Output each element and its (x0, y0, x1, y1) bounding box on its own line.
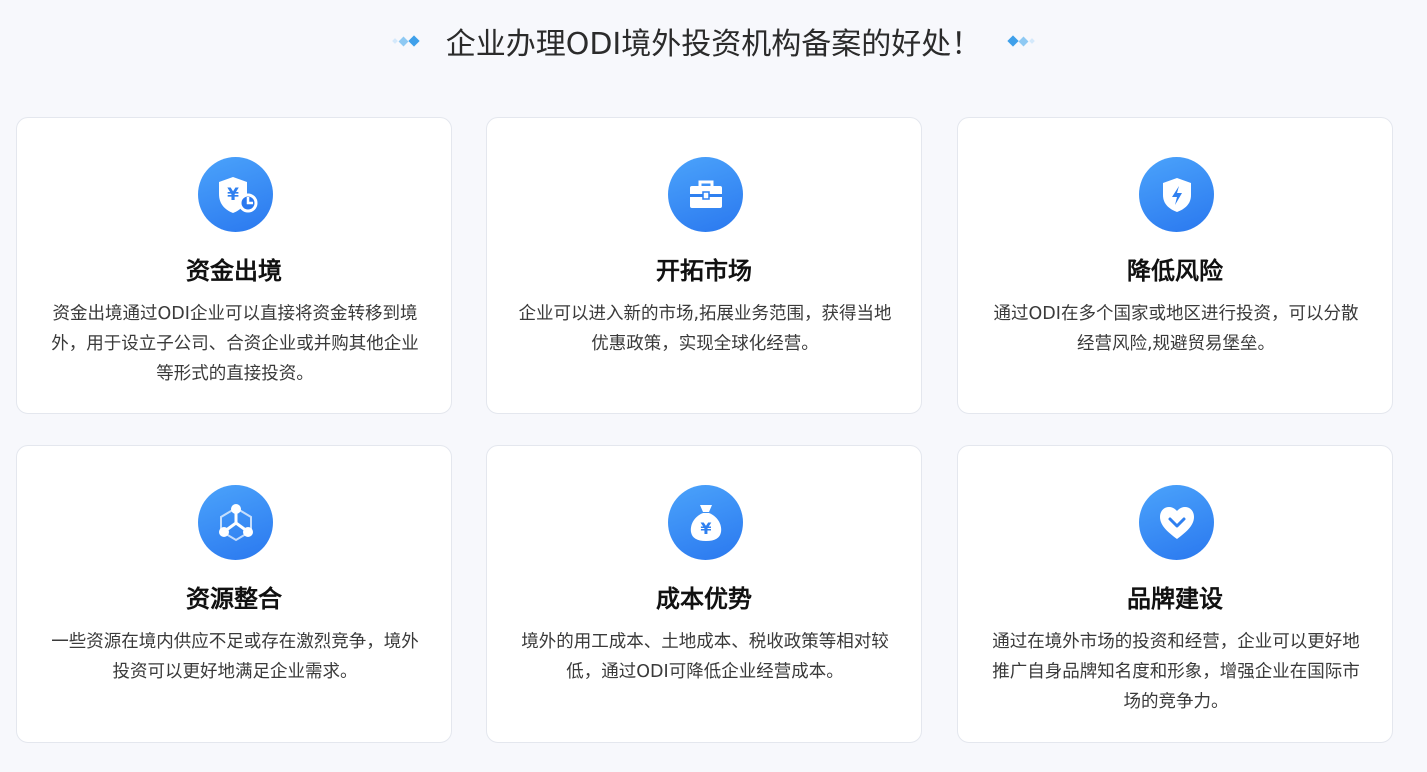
diamond-icon (398, 36, 409, 46)
shield-yen-icon: ¥ (198, 157, 273, 232)
diamond-icon (408, 35, 420, 47)
benefit-card-brand-building: 品牌建设 通过在境外市场的投资和经营，企业可以更好地推广自身品牌知名度和形象，增… (957, 445, 1393, 743)
page-header: 企业办理ODI境外投资机构备案的好处！ (0, 18, 1427, 64)
card-description: 通过在境外市场的投资和经营，企业可以更好地推广自身品牌知名度和形象，增强企业在国… (992, 632, 1360, 712)
diamond-icon (391, 38, 398, 44)
heart-badge-icon (1139, 485, 1214, 560)
benefit-card-risk-reduction: 降低风险 通过ODI在多个国家或地区进行投资，可以分散经营风险,规避贸易堡垒。 (957, 117, 1393, 414)
svg-text:¥: ¥ (700, 519, 711, 538)
decoration-left (391, 35, 420, 47)
card-title: 品牌建设 (1127, 585, 1223, 613)
benefit-card-capital-outflow: ¥ 资金出境 资金出境通过ODI企业可以直接将资金转移到境外，用于设立子公司、合… (16, 117, 452, 414)
page-title: 企业办理ODI境外投资机构备案的好处！ (445, 27, 982, 62)
briefcase-icon (668, 157, 743, 232)
card-title: 资金出境 (186, 257, 282, 285)
network-icon (198, 485, 273, 560)
card-description: 企业可以进入新的市场,拓展业务范围，获得当地优惠政策，实现全球化经营。 (518, 304, 892, 354)
card-title: 开拓市场 (656, 257, 752, 285)
card-title: 成本优势 (656, 585, 752, 613)
diamond-icon (1029, 38, 1036, 44)
decoration-right (1007, 35, 1036, 47)
card-description: 一些资源在境内供应不足或存在激烈竞争，境外投资可以更好地满足企业需求。 (51, 632, 419, 682)
card-title: 资源整合 (186, 585, 282, 613)
card-description: 境外的用工成本、土地成本、税收政策等相对较低，通过ODI可降低企业经营成本。 (521, 632, 889, 682)
card-title: 降低风险 (1127, 257, 1223, 285)
card-description: 通过ODI在多个国家或地区进行投资，可以分散经营风险,规避贸易堡垒。 (993, 304, 1359, 354)
diamond-icon (1018, 36, 1029, 46)
benefit-card-resource-integration: 资源整合 一些资源在境内供应不足或存在激烈竞争，境外投资可以更好地满足企业需求。 (16, 445, 452, 743)
benefit-card-cost-advantage: ¥ 成本优势 境外的用工成本、土地成本、税收政策等相对较低，通过ODI可降低企业… (486, 445, 922, 743)
shield-lightning-icon (1139, 157, 1214, 232)
svg-text:¥: ¥ (227, 185, 239, 205)
card-description: 资金出境通过ODI企业可以直接将资金转移到境外，用于设立子公司、合资企业或并购其… (51, 304, 419, 384)
money-bag-icon: ¥ (668, 485, 743, 560)
benefit-card-market-expansion: 开拓市场 企业可以进入新的市场,拓展业务范围，获得当地优惠政策，实现全球化经营。 (486, 117, 922, 414)
